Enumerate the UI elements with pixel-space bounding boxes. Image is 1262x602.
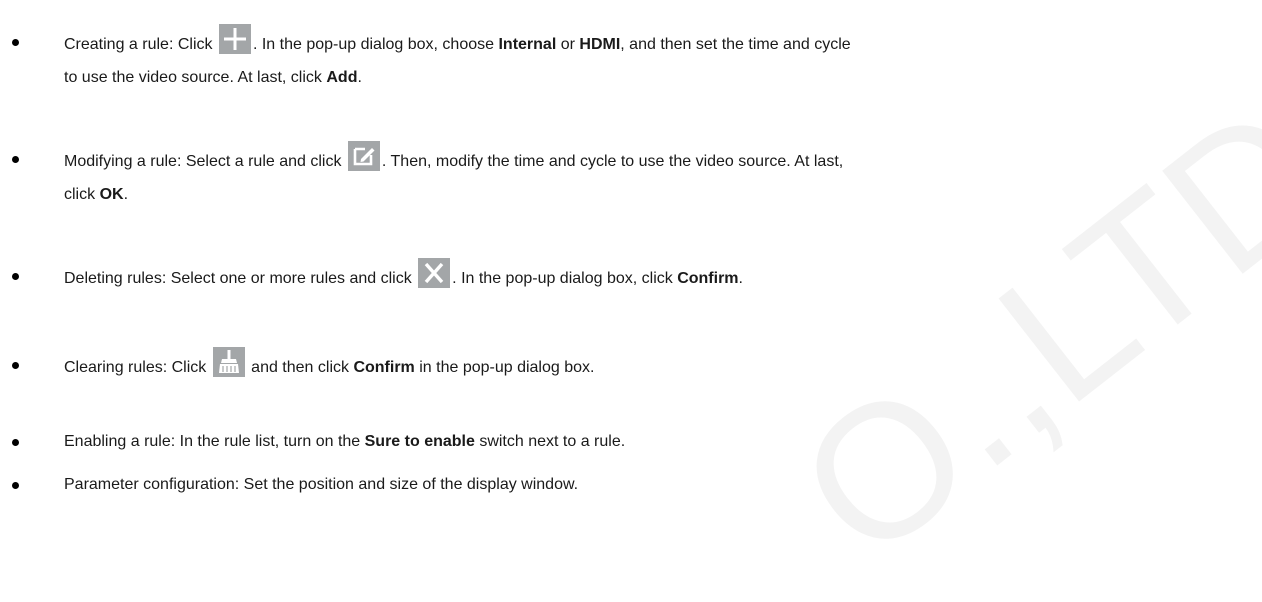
bullet bbox=[12, 156, 19, 163]
bullet bbox=[12, 273, 19, 280]
bullet bbox=[12, 362, 19, 369]
edit-icon bbox=[347, 141, 381, 171]
bullet bbox=[12, 439, 19, 446]
bullet bbox=[12, 482, 19, 489]
broom-icon bbox=[212, 347, 246, 377]
close-icon bbox=[417, 258, 451, 288]
bullet bbox=[12, 39, 19, 46]
plus-icon bbox=[218, 24, 252, 54]
